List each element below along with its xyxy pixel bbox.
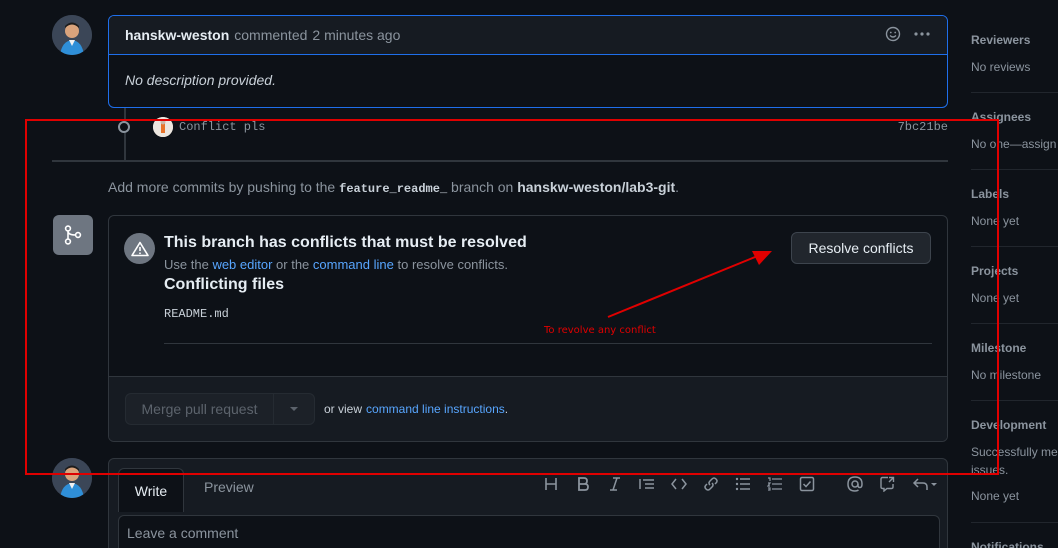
repo-name[interactable]: hanskw-weston/lab3-git — [517, 179, 675, 195]
sidebar-value: None yet — [971, 214, 1020, 228]
sidebar-title[interactable]: Notifications — [971, 540, 1058, 548]
author-avatar[interactable] — [52, 15, 92, 55]
timeline-divider — [52, 160, 948, 162]
sidebar-assignees[interactable]: Assignees No one—assign — [971, 110, 1058, 153]
sidebar-value: None yet — [971, 291, 1020, 305]
link-icon[interactable] — [695, 474, 727, 494]
sidebar-title[interactable]: Development — [971, 418, 1058, 432]
merge-actions: Merge pull request or view command line … — [109, 377, 947, 441]
annotation-text: To revolve any conflict — [544, 325, 656, 336]
comment-box: hanskw-weston commented 2 minutes ago No… — [108, 15, 948, 108]
command-line-link[interactable]: command line — [313, 257, 394, 272]
sidebar-notifications[interactable]: Notifications — [971, 540, 1058, 548]
push-note-suffix: . — [675, 179, 680, 195]
sidebar-value: None yet — [971, 489, 1020, 503]
reply-icon[interactable] — [909, 474, 941, 494]
sidebar-labels[interactable]: Labels None yet — [971, 187, 1058, 230]
sidebar-value: No reviews — [971, 60, 1031, 74]
sidebar-title[interactable]: Projects — [971, 264, 1058, 278]
conflict-sub-suffix: to resolve conflicts. — [397, 257, 509, 272]
or-view-text: or view — [324, 402, 363, 416]
sidebar-milestone[interactable]: Milestone No milestone — [971, 341, 1058, 384]
kebab-horizontal-icon[interactable] — [913, 26, 931, 45]
commit-row: Conflict pls 7bc21be — [114, 116, 948, 138]
commit-sha[interactable]: 7bc21be — [898, 120, 948, 134]
unordered-list-icon[interactable] — [727, 474, 759, 494]
git-commit-icon — [118, 121, 130, 133]
tasklist-icon[interactable] — [791, 474, 823, 494]
sidebar-reviewers[interactable]: Reviewers No reviews — [971, 33, 1058, 76]
push-note-prefix: Add more commits by pushing to the — [108, 179, 336, 195]
branch-name: feature_readme_ — [339, 182, 448, 196]
git-merge-icon — [53, 215, 93, 255]
sidebar-value: No milestone — [971, 368, 1042, 382]
alert-icon — [124, 233, 155, 264]
sidebar-divider — [971, 522, 1058, 523]
push-note: Add more commits by pushing to the featu… — [108, 179, 679, 196]
italic-icon[interactable] — [599, 474, 631, 494]
pr-sidebar: Reviewers No reviews Assignees No one—as… — [971, 0, 1058, 548]
conflicting-files-title: Conflicting files — [164, 276, 284, 293]
comment-header: hanskw-weston commented 2 minutes ago — [109, 16, 947, 55]
command-line-instructions-link[interactable]: command line instructions — [366, 402, 505, 416]
merge-button-group: Merge pull request — [125, 393, 315, 425]
conflict-panel: This branch has conflicts that must be r… — [109, 216, 947, 377]
merge-pull-request-button[interactable]: Merge pull request — [126, 394, 274, 424]
mention-icon[interactable] — [839, 474, 871, 494]
sidebar-title[interactable]: Labels — [971, 187, 1058, 201]
smiley-icon[interactable] — [885, 26, 901, 45]
comment-author[interactable]: hanskw-weston — [125, 27, 229, 43]
sidebar-divider — [971, 400, 1058, 401]
sidebar-divider — [971, 323, 1058, 324]
sidebar-title[interactable]: Assignees — [971, 110, 1058, 124]
sidebar-value: Successfully me issues. — [971, 445, 1058, 477]
triangle-down-icon[interactable] — [274, 394, 314, 424]
sidebar-divider — [971, 169, 1058, 170]
code-icon[interactable] — [663, 474, 695, 494]
web-editor-link[interactable]: web editor — [212, 257, 272, 272]
sidebar-projects[interactable]: Projects None yet — [971, 264, 1058, 307]
comment-action: commented — [234, 27, 308, 43]
current-user-avatar[interactable] — [52, 458, 92, 498]
tab-preview[interactable]: Preview — [204, 479, 254, 495]
comment-editor: Write Preview Leave a comment — [108, 458, 948, 548]
sidebar-title[interactable]: Reviewers — [971, 33, 1058, 47]
quote-icon[interactable] — [631, 474, 663, 494]
cli-suffix: . — [504, 402, 509, 416]
heading-icon[interactable] — [535, 474, 567, 494]
commit-author-avatar[interactable] — [153, 117, 173, 137]
bold-icon[interactable] — [567, 474, 599, 494]
commit-message[interactable]: Conflict pls — [179, 120, 265, 134]
push-note-middle: branch on — [451, 179, 514, 195]
conflict-separator — [164, 343, 932, 344]
cross-reference-icon[interactable] — [871, 474, 903, 494]
annotation-arrow — [607, 251, 772, 318]
tab-write[interactable]: Write — [118, 468, 184, 512]
conflict-sub-middle: or the — [276, 257, 310, 272]
conflicting-file: README.md — [164, 307, 229, 321]
sidebar-divider — [971, 92, 1058, 93]
conflict-title: This branch has conflicts that must be r… — [164, 234, 527, 251]
markdown-toolbar — [535, 474, 941, 494]
comment-input[interactable]: Leave a comment — [118, 515, 940, 548]
comment-body: No description provided. — [125, 72, 276, 88]
conflict-subtitle: Use the web editor or the command line t… — [164, 257, 508, 272]
sidebar-development[interactable]: Development Successfully me issues. None… — [971, 418, 1058, 505]
conflict-sub-prefix: Use the — [164, 257, 209, 272]
sidebar-divider — [971, 246, 1058, 247]
sidebar-value[interactable]: No one—assign — [971, 135, 1058, 153]
comment-time[interactable]: 2 minutes ago — [312, 27, 400, 43]
sidebar-title[interactable]: Milestone — [971, 341, 1058, 355]
ordered-list-icon[interactable] — [759, 474, 791, 494]
resolve-conflicts-button[interactable]: Resolve conflicts — [791, 232, 931, 264]
merge-box: This branch has conflicts that must be r… — [108, 215, 948, 442]
